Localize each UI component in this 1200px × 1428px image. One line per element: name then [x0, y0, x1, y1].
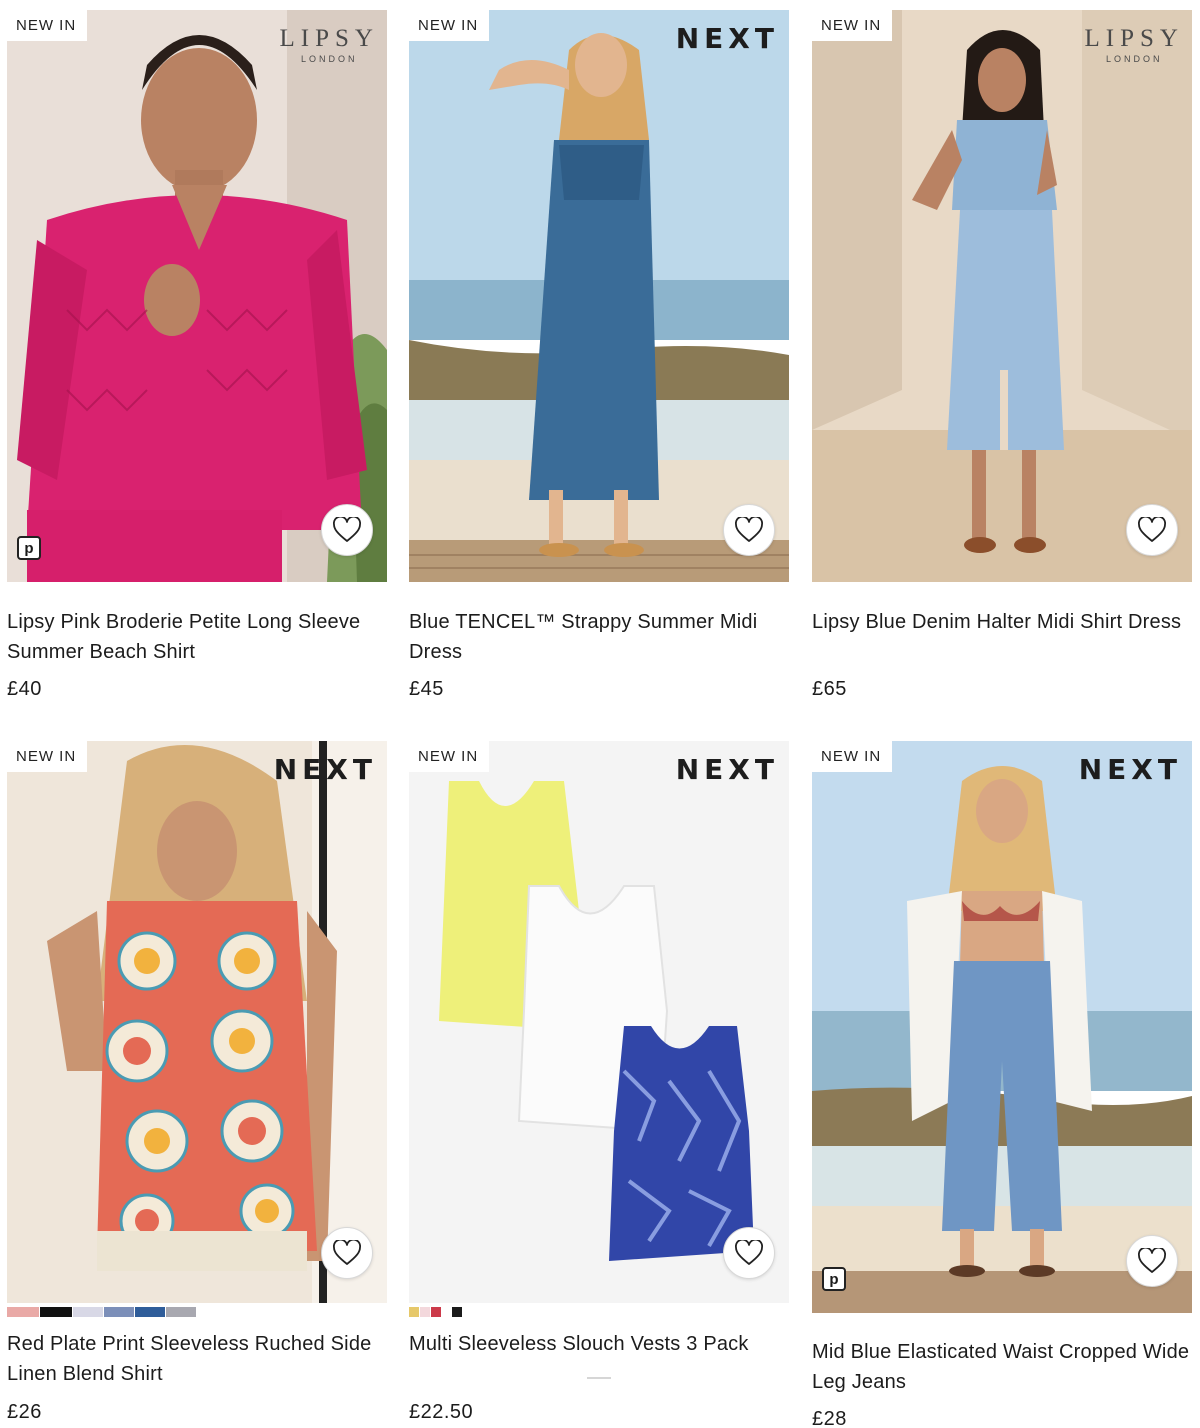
heart-icon — [1138, 517, 1166, 542]
product-photo-blue-dress — [409, 10, 789, 582]
product-photo-denim-dress — [812, 10, 1192, 582]
favourite-button[interactable] — [321, 1227, 373, 1279]
colour-swatch[interactable] — [420, 1307, 430, 1317]
product-image-4[interactable]: NEW IN NEXT — [7, 741, 387, 1303]
pay-later-icon: p — [822, 1267, 846, 1291]
product-price: £22.50 — [409, 1401, 474, 1423]
divider — [587, 1377, 611, 1379]
product-card-1[interactable]: NEW IN LIPSY LONDON p Lipsy Pink Broderi… — [7, 10, 387, 710]
product-photo-wide-leg-jeans — [812, 741, 1192, 1313]
product-title[interactable]: Red Plate Print Sleeveless Ruched Side L… — [7, 1329, 387, 1389]
brand-subname: LONDON — [301, 54, 358, 64]
brand-logo-next: NEXT — [675, 22, 779, 55]
product-photo-plate-print-shirt — [7, 741, 387, 1303]
heart-icon — [1138, 1248, 1166, 1273]
new-in-badge: NEW IN — [409, 10, 490, 41]
product-price: £26 — [7, 1401, 42, 1423]
new-in-badge: NEW IN — [812, 741, 893, 772]
new-in-badge: NEW IN — [409, 741, 490, 772]
product-card-3[interactable]: NEW IN LIPSY LONDON Lipsy Blue Denim Hal… — [812, 10, 1192, 710]
product-title[interactable]: Blue TENCEL™ Strappy Summer Midi Dress — [409, 607, 789, 667]
brand-subname: LONDON — [1106, 54, 1163, 64]
product-price: £45 — [409, 678, 444, 700]
heart-icon — [333, 1240, 361, 1265]
brand-logo-next: NEXT — [1078, 753, 1182, 786]
colour-swatches[interactable] — [7, 1307, 196, 1317]
product-title[interactable]: Lipsy Blue Denim Halter Midi Shirt Dress — [812, 607, 1192, 637]
favourite-button[interactable] — [1126, 504, 1178, 556]
brand-name: LIPSY — [279, 25, 379, 52]
brand-logo-lipsy: LIPSY LONDON — [1085, 26, 1184, 64]
colour-swatch[interactable] — [431, 1307, 441, 1317]
colour-swatch[interactable] — [7, 1307, 39, 1317]
product-price: £28 — [812, 1408, 847, 1428]
favourite-button[interactable] — [723, 1227, 775, 1279]
colour-swatch[interactable] — [40, 1307, 72, 1317]
product-title[interactable]: Mid Blue Elasticated Waist Cropped Wide … — [812, 1337, 1192, 1397]
product-image-6[interactable]: NEW IN NEXT p — [812, 741, 1192, 1313]
product-image-1[interactable]: NEW IN LIPSY LONDON p — [7, 10, 387, 582]
heart-icon — [333, 517, 361, 542]
product-price: £65 — [812, 678, 847, 700]
product-title[interactable]: Lipsy Pink Broderie Petite Long Sleeve S… — [7, 607, 387, 667]
colour-swatch[interactable] — [135, 1307, 165, 1317]
product-card-2[interactable]: NEW IN NEXT Blue TENCEL™ Strappy Summer … — [409, 10, 789, 710]
new-in-badge: NEW IN — [7, 741, 88, 772]
pay-later-icon: p — [17, 536, 41, 560]
colour-swatch[interactable] — [104, 1307, 134, 1317]
brand-name: LIPSY — [1084, 25, 1184, 52]
product-title[interactable]: Multi Sleeveless Slouch Vests 3 Pack — [409, 1329, 789, 1359]
colour-swatch[interactable] — [166, 1307, 196, 1317]
new-in-badge: NEW IN — [812, 10, 893, 41]
colour-swatch[interactable] — [409, 1307, 419, 1317]
product-card-5[interactable]: NEW IN NEXT Multi Sleeveless Slouch Vest… — [409, 741, 789, 1428]
product-photo-pink-shirt — [7, 10, 387, 582]
heart-icon — [735, 517, 763, 542]
product-image-5[interactable]: NEW IN NEXT — [409, 741, 789, 1303]
favourite-button[interactable] — [723, 504, 775, 556]
product-card-4[interactable]: NEW IN NEXT Red Plate Print Sleeveless R… — [7, 741, 387, 1428]
favourite-button[interactable] — [321, 504, 373, 556]
colour-swatch[interactable] — [73, 1307, 103, 1317]
brand-logo-next: NEXT — [675, 753, 779, 786]
product-photo-vests-pack — [409, 741, 789, 1303]
colour-swatches[interactable] — [409, 1307, 462, 1317]
new-in-badge: NEW IN — [7, 10, 88, 41]
product-image-2[interactable]: NEW IN NEXT — [409, 10, 789, 582]
colour-swatch[interactable] — [452, 1307, 462, 1317]
heart-icon — [735, 1240, 763, 1265]
brand-logo-lipsy: LIPSY LONDON — [280, 26, 379, 64]
brand-logo-next: NEXT — [273, 753, 377, 786]
product-price: £40 — [7, 678, 42, 700]
favourite-button[interactable] — [1126, 1235, 1178, 1287]
product-card-6[interactable]: NEW IN NEXT p Mid Blue Elasticated Waist… — [812, 741, 1192, 1428]
product-image-3[interactable]: NEW IN LIPSY LONDON — [812, 10, 1192, 582]
